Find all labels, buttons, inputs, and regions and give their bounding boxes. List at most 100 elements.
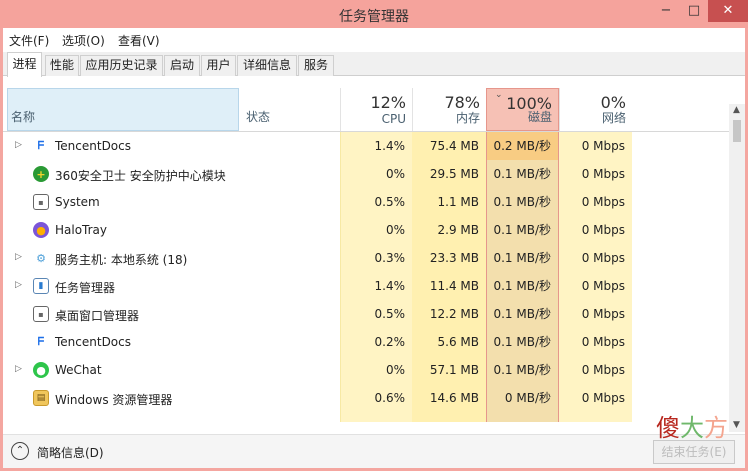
tab-performance[interactable]: 性能 xyxy=(45,55,79,76)
disk-value: 0.2 MB/秒 xyxy=(486,132,559,160)
file-explorer-icon: ▤ xyxy=(33,390,49,406)
process-name: HaloTray xyxy=(55,223,108,237)
table-row[interactable]: ▪ System 0.5% 1.1 MB 0.1 MB/秒 0 Mbps xyxy=(3,188,745,216)
tab-startup[interactable]: 启动 xyxy=(164,55,200,76)
scroll-up-icon[interactable]: ▲ xyxy=(733,105,740,115)
process-name: 桌面窗口管理器 xyxy=(55,309,140,323)
close-button[interactable]: ✕ xyxy=(708,0,748,22)
tab-users[interactable]: 用户 xyxy=(201,55,236,76)
task-manager-client: 文件(F) 选项(O) 查看(V) 进程 性能 应用历史记录 启动 用户 详细信… xyxy=(3,28,745,468)
table-row[interactable]: ● HaloTray 0% 2.9 MB 0.1 MB/秒 0 Mbps xyxy=(3,216,745,244)
tab-processes[interactable]: 进程 xyxy=(7,52,42,77)
disk-value: 0 MB/秒 xyxy=(486,384,559,412)
cpu-value: 0% xyxy=(340,356,412,384)
halotray-icon: ● xyxy=(33,222,49,238)
watermark-char-1: 傻 xyxy=(656,416,680,442)
maximize-button[interactable]: □ xyxy=(680,0,708,22)
process-table: 名称 状态 12% CPU 78% 内存 ⌄ 100% 磁盘 0% 网络 ▷ ᖴ… xyxy=(3,88,745,433)
process-name: 服务主机: 本地系统 (18) xyxy=(55,253,188,267)
memory-value: 75.4 MB xyxy=(412,132,486,160)
table-row[interactable]: ▷ ▮ 任务管理器 1.4% 11.4 MB 0.1 MB/秒 0 Mbps xyxy=(3,272,745,300)
menu-options[interactable]: 选项(O) xyxy=(62,32,105,49)
memory-value: 2.9 MB xyxy=(412,216,486,244)
network-value: 0 Mbps xyxy=(559,188,632,216)
task-manager-icon: ▮ xyxy=(33,278,49,294)
table-row[interactable]: ▤ Windows 资源管理器 0.6% 14.6 MB 0 MB/秒 0 Mb… xyxy=(3,384,745,412)
wechat-icon: ● xyxy=(33,362,49,378)
menu-view[interactable]: 查看(V) xyxy=(118,32,160,49)
network-value: 0 Mbps xyxy=(559,384,632,412)
memory-value: 11.4 MB xyxy=(412,272,486,300)
network-value: 0 Mbps xyxy=(559,244,632,272)
cpu-value: 0% xyxy=(340,160,412,188)
name-column-label: 名称 xyxy=(11,110,36,124)
cpu-label: CPU xyxy=(381,112,406,126)
watermark-char-2: 大 xyxy=(680,416,704,442)
memory-value: 14.6 MB xyxy=(412,384,486,412)
table-row[interactable]: ▷ ⚙ 服务主机: 本地系统 (18) 0.3% 23.3 MB 0.1 MB/… xyxy=(3,244,745,272)
network-label: 网络 xyxy=(601,111,626,125)
minimize-button[interactable]: − xyxy=(652,0,680,22)
memory-column-header[interactable]: 78% 内存 xyxy=(412,88,486,131)
table-row[interactable]: ▪ 桌面窗口管理器 0.5% 12.2 MB 0.1 MB/秒 0 Mbps xyxy=(3,300,745,328)
table-row[interactable]: ▷ ● WeChat 0% 57.1 MB 0.1 MB/秒 0 Mbps xyxy=(3,356,745,384)
disk-column-header[interactable]: ⌄ 100% 磁盘 xyxy=(486,88,559,131)
process-name: 360安全卫士 安全防护中心模块 xyxy=(55,169,226,183)
partial-cpu-cell xyxy=(340,412,412,422)
memory-value: 57.1 MB xyxy=(412,356,486,384)
tab-details[interactable]: 详细信息 xyxy=(237,55,297,76)
tab-app-history[interactable]: 应用历史记录 xyxy=(80,55,163,76)
menu-file[interactable]: 文件(F) xyxy=(9,32,49,49)
disk-value: 0.1 MB/秒 xyxy=(486,356,559,384)
cpu-column-header[interactable]: 12% CPU xyxy=(340,88,412,131)
footer-bar: ⌃ 简略信息(D) 结束任务(E) xyxy=(3,434,745,468)
partial-table-row xyxy=(3,412,745,422)
scroll-thumb[interactable] xyxy=(733,120,741,142)
status-column-header[interactable]: 状态 xyxy=(246,108,270,125)
network-value: 0 Mbps xyxy=(559,216,632,244)
disk-label: 磁盘 xyxy=(527,110,552,124)
fewer-details-chevron-up-icon[interactable]: ⌃ xyxy=(11,442,29,460)
cpu-total: 12% xyxy=(370,93,406,112)
expand-chevron-icon[interactable]: ▷ xyxy=(15,280,22,290)
scroll-down-icon[interactable]: ▼ xyxy=(733,420,740,430)
memory-label: 内存 xyxy=(455,111,480,125)
process-name: System xyxy=(55,195,100,209)
network-value: 0 Mbps xyxy=(559,300,632,328)
process-name: TencentDocs xyxy=(55,139,132,153)
window-title: 任务管理器 xyxy=(339,9,409,25)
fewer-details-link[interactable]: 简略信息(D) xyxy=(37,444,104,461)
cpu-value: 0.2% xyxy=(340,328,412,356)
360-shield-icon: + xyxy=(33,166,49,182)
table-row[interactable]: ᖴ TencentDocs 0.2% 5.6 MB 0.1 MB/秒 0 Mbp… xyxy=(3,328,745,356)
table-row[interactable]: + 360安全卫士 安全防护中心模块 0% 29.5 MB 0.1 MB/秒 0… xyxy=(3,160,745,188)
table-row[interactable]: ▷ ᖴ TencentDocs 1.4% 75.4 MB 0.2 MB/秒 0 … xyxy=(3,132,745,160)
tencentdocs-icon: ᖴ xyxy=(37,139,45,152)
process-name: Windows 资源管理器 xyxy=(55,393,173,407)
cpu-value: 0% xyxy=(340,216,412,244)
name-column-header[interactable]: 名称 xyxy=(7,88,239,131)
disk-value: 0.1 MB/秒 xyxy=(486,328,559,356)
cpu-value: 1.4% xyxy=(340,272,412,300)
vertical-scrollbar[interactable]: ▲ ▼ xyxy=(729,104,745,432)
watermark-char-3: 方 xyxy=(704,416,728,442)
memory-value: 5.6 MB xyxy=(412,328,486,356)
memory-value: 29.5 MB xyxy=(412,160,486,188)
expand-chevron-icon[interactable]: ▷ xyxy=(15,140,22,150)
expand-chevron-icon[interactable]: ▷ xyxy=(15,364,22,374)
table-header: 名称 状态 12% CPU 78% 内存 ⌄ 100% 磁盘 0% 网络 xyxy=(3,88,745,132)
end-task-button[interactable]: 结束任务(E) xyxy=(653,440,735,464)
cpu-value: 0.5% xyxy=(340,300,412,328)
network-value: 0 Mbps xyxy=(559,356,632,384)
network-value: 0 Mbps xyxy=(559,160,632,188)
tab-services[interactable]: 服务 xyxy=(298,55,334,76)
service-host-icon: ⚙ xyxy=(36,251,46,265)
title-bar: 任务管理器 − □ ✕ xyxy=(0,0,748,28)
cpu-value: 0.5% xyxy=(340,188,412,216)
network-column-header[interactable]: 0% 网络 xyxy=(559,88,632,131)
network-value: 0 Mbps xyxy=(559,272,632,300)
cpu-value: 0.6% xyxy=(340,384,412,412)
expand-chevron-icon[interactable]: ▷ xyxy=(15,252,22,262)
menu-bar: 文件(F) 选项(O) 查看(V) xyxy=(3,28,745,50)
system-icon: ▪ xyxy=(33,194,49,210)
